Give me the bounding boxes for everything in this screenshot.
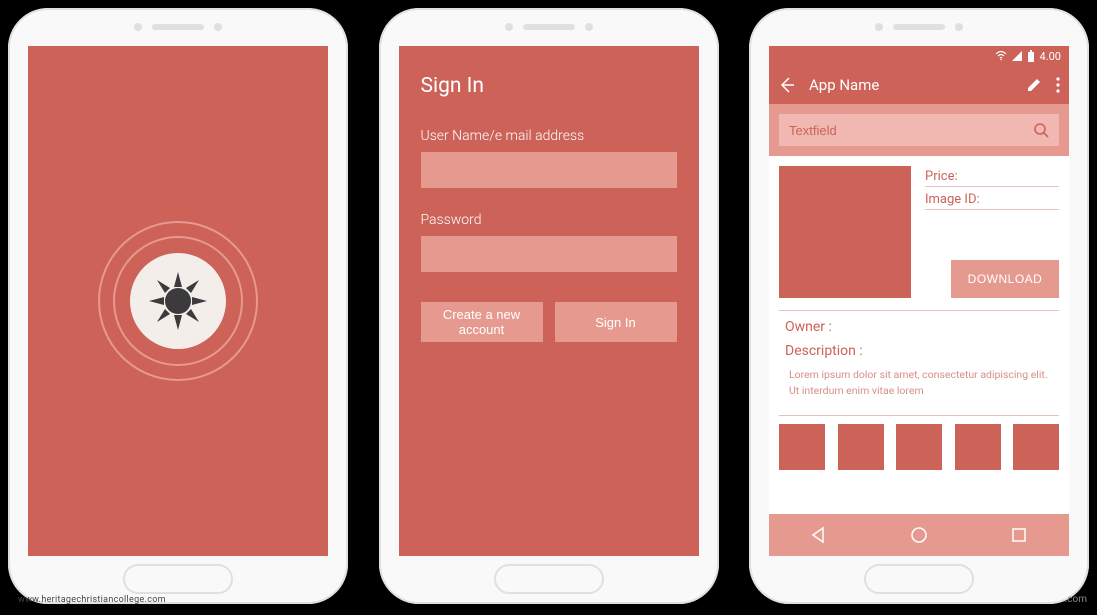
owner-label: Owner : bbox=[785, 319, 1059, 335]
username-label: User Name/e mail address bbox=[421, 128, 677, 144]
create-account-button[interactable]: Create a new account bbox=[421, 302, 543, 342]
divider bbox=[779, 310, 1059, 311]
phone-frame-splash bbox=[8, 8, 348, 604]
password-label: Password bbox=[421, 212, 677, 228]
thumbnail[interactable] bbox=[955, 424, 1001, 470]
home-button[interactable] bbox=[864, 564, 974, 594]
phone-frame-signin: Sign In User Name/e mail address Passwor… bbox=[379, 8, 719, 604]
username-input[interactable] bbox=[421, 152, 677, 188]
back-icon[interactable] bbox=[777, 75, 797, 95]
search-box[interactable] bbox=[779, 114, 1059, 146]
thumbnail[interactable] bbox=[896, 424, 942, 470]
nav-recent-icon[interactable] bbox=[1009, 525, 1029, 545]
app-bar: App Name bbox=[769, 66, 1069, 104]
detail-screen: 4.00 App Name Price: Image I bbox=[769, 46, 1069, 556]
status-time: 4.00 bbox=[1040, 50, 1061, 63]
phone-top bbox=[749, 8, 1089, 46]
thumbnail[interactable] bbox=[838, 424, 884, 470]
status-bar: 4.00 bbox=[769, 46, 1069, 66]
sun-icon bbox=[130, 253, 226, 349]
watermark-right: .com bbox=[1065, 594, 1087, 605]
signin-screen: Sign In User Name/e mail address Passwor… bbox=[399, 46, 699, 556]
thumbnail-row bbox=[779, 424, 1059, 470]
phone-top bbox=[379, 8, 719, 46]
description-label: Description : bbox=[785, 343, 1059, 359]
search-icon[interactable] bbox=[1033, 122, 1049, 138]
phone-frame-detail: 4.00 App Name Price: Image I bbox=[749, 8, 1089, 604]
nav-bar bbox=[769, 514, 1069, 556]
overflow-menu-icon[interactable] bbox=[1055, 76, 1061, 94]
wifi-icon bbox=[995, 51, 1007, 61]
splash-ring-inner bbox=[113, 236, 243, 366]
image-id-label: Image ID: bbox=[925, 189, 1059, 210]
thumbnail[interactable] bbox=[1013, 424, 1059, 470]
nav-home-icon[interactable] bbox=[909, 525, 929, 545]
signin-button[interactable]: Sign In bbox=[555, 302, 677, 342]
password-input[interactable] bbox=[421, 236, 677, 272]
divider bbox=[779, 415, 1059, 416]
home-button[interactable] bbox=[123, 564, 233, 594]
signal-icon bbox=[1012, 51, 1022, 61]
home-button[interactable] bbox=[494, 564, 604, 594]
app-title: App Name bbox=[809, 76, 1013, 94]
download-button[interactable]: DOWNLOAD bbox=[951, 260, 1059, 298]
signin-title: Sign In bbox=[421, 74, 677, 98]
battery-icon bbox=[1027, 50, 1035, 62]
search-input[interactable] bbox=[789, 123, 1033, 138]
edit-icon[interactable] bbox=[1025, 76, 1043, 94]
nav-back-icon[interactable] bbox=[809, 525, 829, 545]
content-area: Price: Image ID: DOWNLOAD Owner : Descri… bbox=[769, 156, 1069, 514]
splash-screen bbox=[28, 46, 328, 556]
splash-ring-outer bbox=[98, 221, 258, 381]
phone-top bbox=[8, 8, 348, 46]
watermark-left: www.heritagechristiancollege.com bbox=[18, 595, 166, 605]
image-placeholder bbox=[779, 166, 911, 298]
thumbnail[interactable] bbox=[779, 424, 825, 470]
description-text: Lorem ipsum dolor sit amet, consectetur … bbox=[779, 365, 1059, 403]
price-label: Price: bbox=[925, 166, 1059, 187]
